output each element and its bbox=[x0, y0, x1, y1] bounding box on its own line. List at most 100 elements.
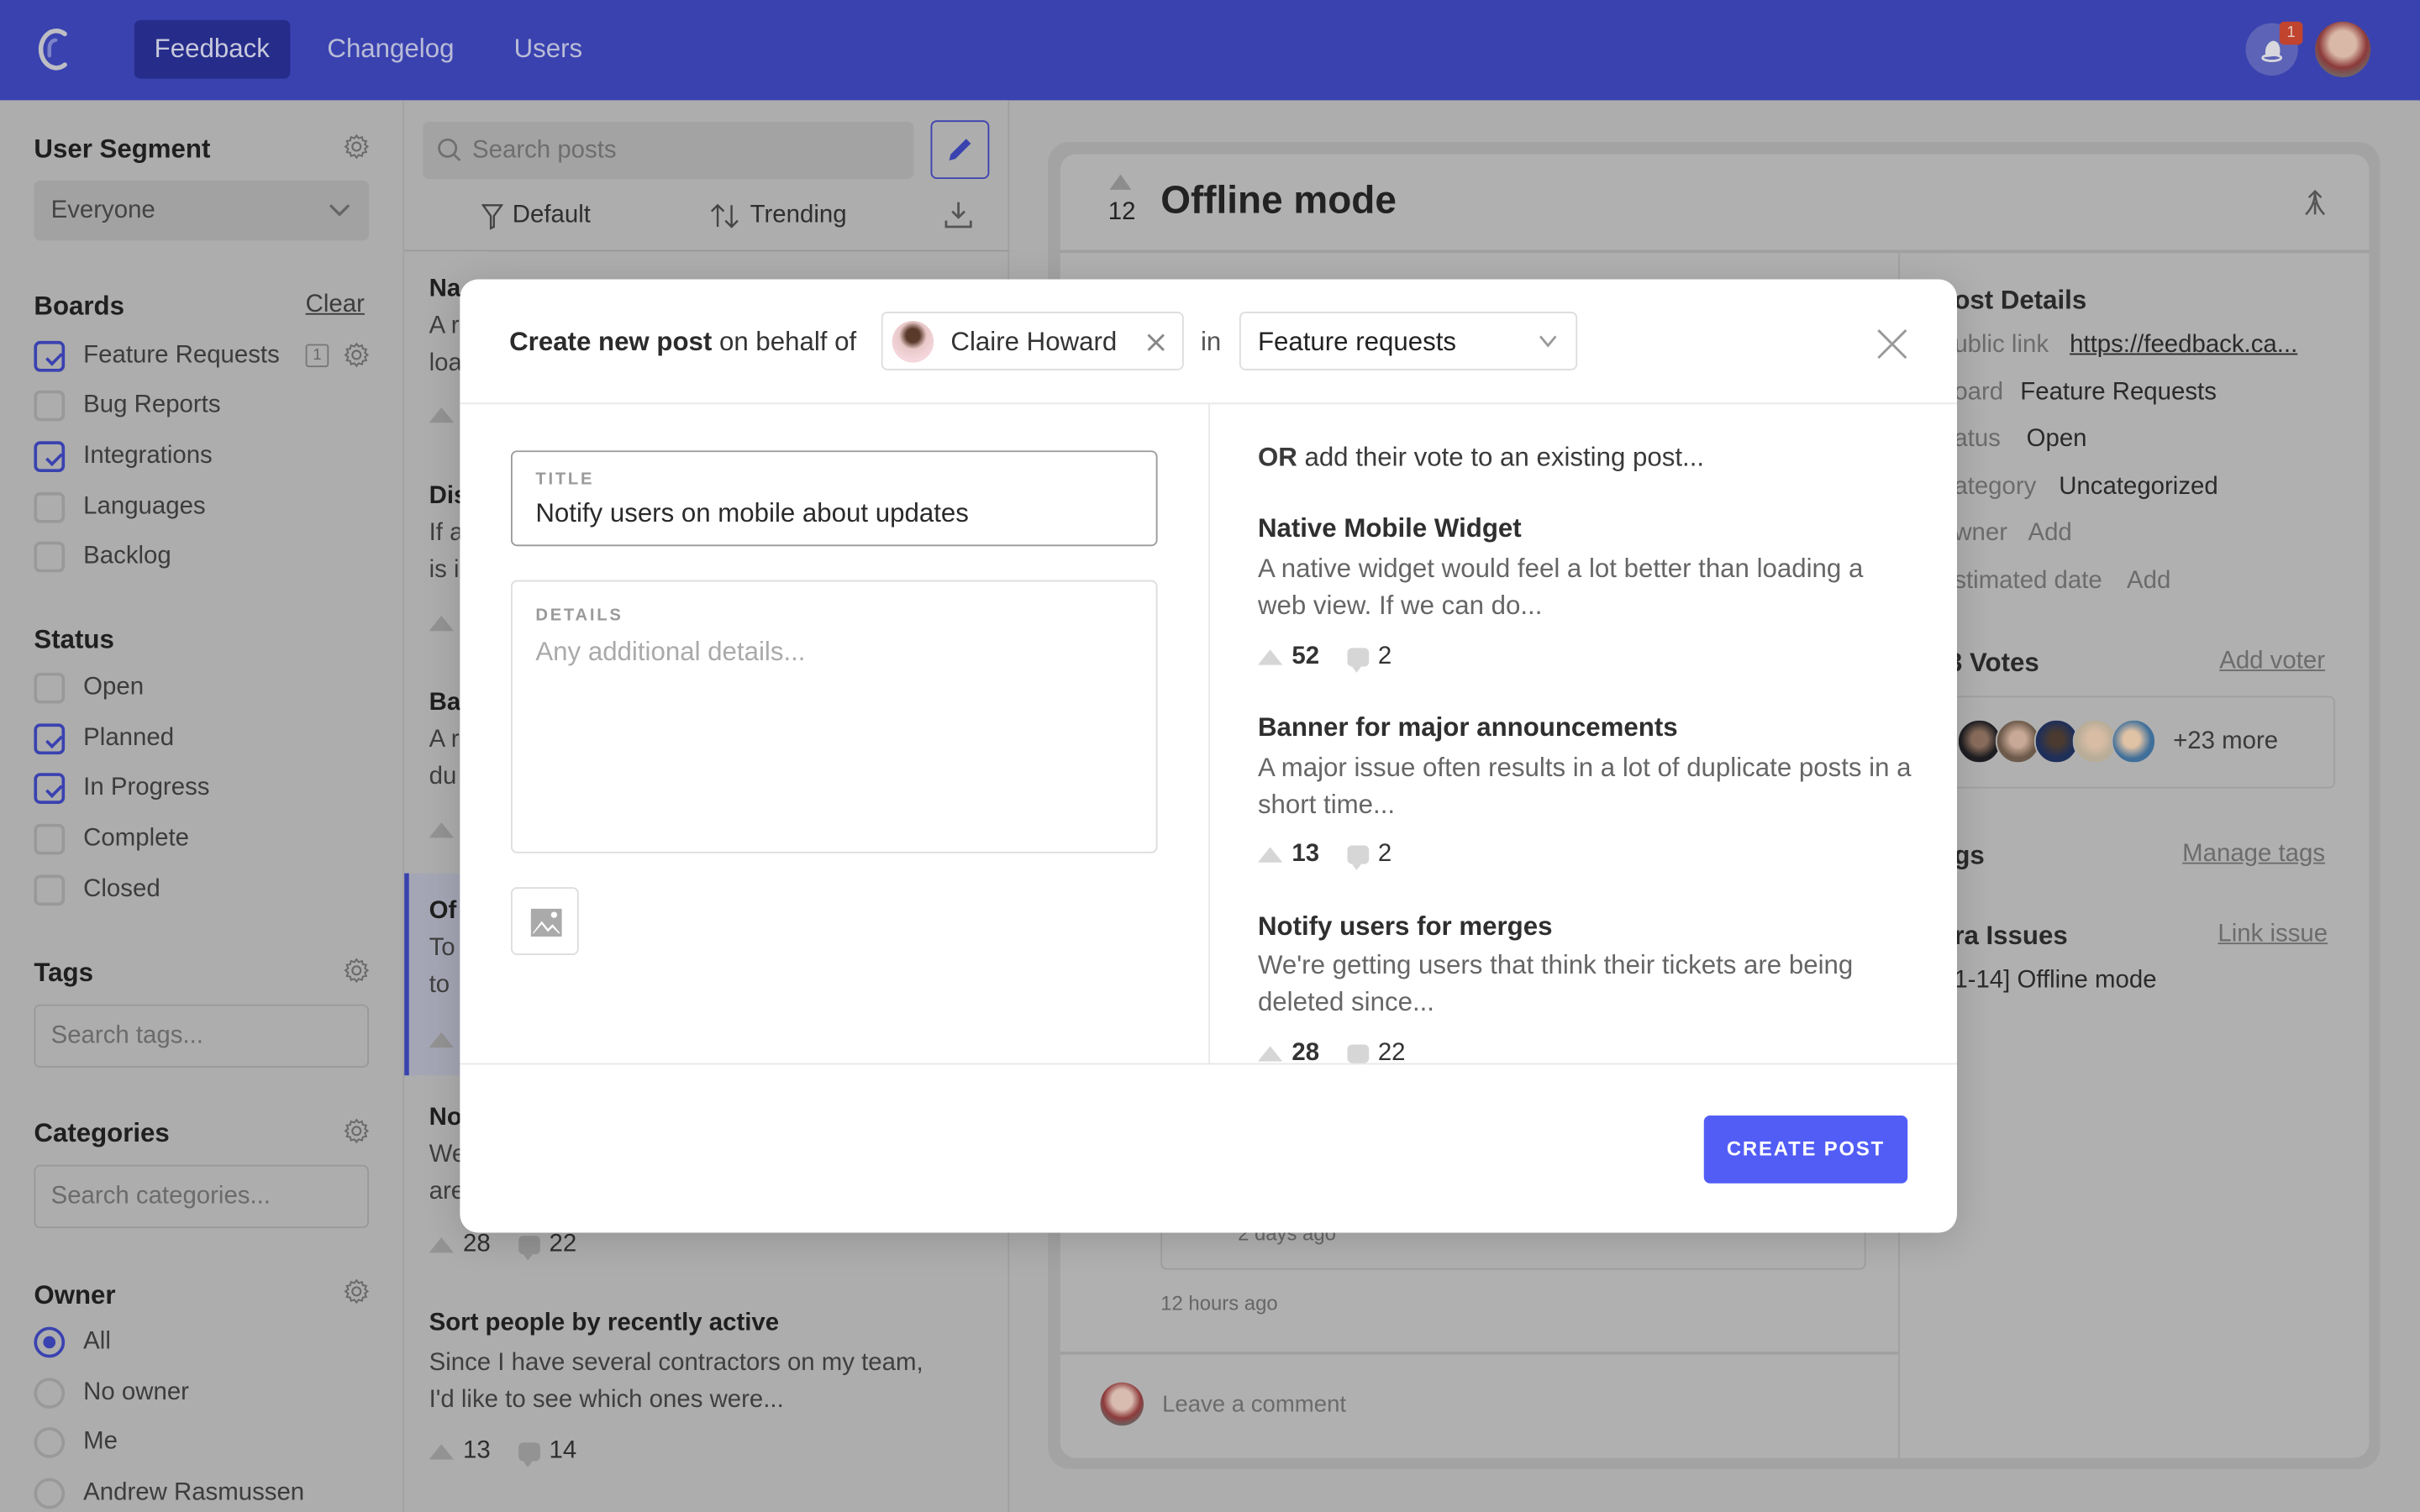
board-backlog[interactable]: Backlog bbox=[34, 538, 171, 575]
upvote-icon[interactable] bbox=[1257, 847, 1283, 863]
clear-boards-link[interactable]: Clear bbox=[306, 291, 365, 319]
checkbox[interactable] bbox=[34, 340, 66, 372]
author-selector[interactable]: Claire Howard bbox=[881, 312, 1184, 370]
suggestion-title[interactable]: Native Mobile Widget bbox=[1258, 514, 1522, 545]
post-meta bbox=[429, 407, 463, 423]
checkbox[interactable] bbox=[34, 773, 66, 804]
owner-none[interactable]: No owner bbox=[34, 1375, 189, 1412]
upvote-button[interactable] bbox=[1109, 174, 1132, 190]
modal-heading: Create new post on behalf of bbox=[509, 327, 857, 357]
details-field[interactable]: DETAILS Any additional details... bbox=[510, 580, 1158, 853]
gear-icon[interactable] bbox=[343, 1117, 371, 1145]
checkbox[interactable] bbox=[34, 491, 66, 523]
remove-author-icon[interactable] bbox=[1145, 332, 1167, 354]
attach-image-button[interactable] bbox=[510, 887, 579, 955]
board-bug-reports[interactable]: Bug Reports bbox=[34, 387, 221, 424]
radio[interactable] bbox=[34, 1426, 66, 1458]
details-input[interactable]: Any additional details... bbox=[535, 638, 805, 669]
nav-feedback[interactable]: Feedback bbox=[134, 19, 290, 79]
sort-dropdown[interactable]: Trending bbox=[710, 196, 847, 236]
boards-title: Boards bbox=[34, 291, 125, 322]
nav-changelog[interactable]: Changelog bbox=[308, 20, 475, 79]
status-open[interactable]: Open bbox=[34, 669, 144, 706]
image-icon bbox=[530, 908, 562, 937]
board-integrations[interactable]: Integrations bbox=[34, 438, 213, 475]
board-feature-requests[interactable]: Feature Requests bbox=[34, 338, 280, 375]
add-voter-link[interactable]: Add voter bbox=[2219, 648, 2325, 675]
post-meta: 13 14 bbox=[429, 1438, 576, 1467]
gear-icon[interactable] bbox=[343, 341, 371, 369]
link-issue-link[interactable]: Link issue bbox=[2217, 921, 2328, 949]
jira-issue-item[interactable]: 1-14] Offline mode bbox=[1954, 968, 2156, 995]
voter-avatar[interactable] bbox=[2111, 718, 2156, 764]
board-value[interactable]: Feature Requests bbox=[2020, 380, 2217, 407]
status-in-progress[interactable]: In Progress bbox=[34, 770, 209, 807]
checkbox[interactable] bbox=[34, 672, 66, 704]
board-languages[interactable]: Languages bbox=[34, 489, 206, 526]
title-field[interactable]: TITLE Notify users on mobile about updat… bbox=[510, 450, 1158, 547]
post-details-title: ost Details bbox=[1954, 285, 2087, 315]
title-label: TITLE bbox=[535, 470, 595, 490]
gear-icon[interactable] bbox=[343, 1278, 371, 1305]
search-posts-input[interactable]: Search posts bbox=[423, 122, 914, 180]
search-tags-input[interactable]: Search tags... bbox=[34, 1004, 369, 1068]
tags-title: gs bbox=[1954, 841, 1985, 870]
status-label: Open bbox=[83, 674, 145, 701]
divider bbox=[1060, 1351, 1899, 1355]
owner-add[interactable]: Add bbox=[2028, 520, 2071, 548]
user-segment-value: Everyone bbox=[50, 197, 155, 224]
checkbox[interactable] bbox=[34, 441, 66, 473]
checkbox[interactable] bbox=[34, 723, 66, 755]
owner-me[interactable]: Me bbox=[34, 1424, 118, 1461]
manage-tags-link[interactable]: Manage tags bbox=[2182, 841, 2325, 869]
owner-andrew[interactable]: Andrew Rasmussen bbox=[34, 1475, 304, 1512]
create-post-button[interactable]: CREATE POST bbox=[1703, 1115, 1908, 1184]
gear-icon[interactable] bbox=[343, 957, 371, 984]
checkbox[interactable] bbox=[34, 874, 66, 906]
logo-icon[interactable] bbox=[31, 22, 71, 77]
board-select[interactable]: Feature requests bbox=[1239, 312, 1578, 370]
author-name: Claire Howard bbox=[950, 327, 1118, 357]
suggestion-title[interactable]: Notify users for merges bbox=[1258, 912, 1553, 943]
post-meta: 28 22 bbox=[429, 1231, 576, 1261]
public-link-label: ublic link bbox=[1954, 331, 2049, 359]
board-label: Bug Reports bbox=[83, 391, 221, 418]
comment-input[interactable]: Leave a comment bbox=[1162, 1392, 1346, 1418]
more-voters[interactable]: +23 more bbox=[2173, 728, 2278, 756]
estimated-date-add[interactable]: Add bbox=[2127, 568, 2170, 596]
owner-label: All bbox=[83, 1328, 111, 1355]
user-avatar[interactable] bbox=[2315, 21, 2371, 77]
status-planned[interactable]: Planned bbox=[34, 721, 174, 758]
sort-icon bbox=[710, 203, 739, 228]
title-input[interactable]: Notify users on mobile about updates bbox=[535, 498, 969, 529]
user-segment-select[interactable]: Everyone bbox=[34, 180, 369, 241]
public-link[interactable]: https://feedback.ca... bbox=[2070, 332, 2297, 360]
suggestion-desc: A major issue often results in a lot of … bbox=[1257, 753, 1912, 820]
post-item[interactable]: Sort people by recently active Since I h… bbox=[404, 1289, 1009, 1512]
checkbox[interactable] bbox=[34, 541, 66, 573]
new-post-button[interactable] bbox=[930, 120, 990, 180]
suggestion-title[interactable]: Banner for major announcements bbox=[1258, 713, 1678, 744]
upvote-icon[interactable] bbox=[1257, 649, 1283, 665]
owner-all[interactable]: All bbox=[34, 1324, 111, 1361]
upvote-icon[interactable] bbox=[1257, 1046, 1283, 1062]
comment-icon bbox=[1347, 648, 1369, 673]
board-label: Languages bbox=[83, 493, 206, 520]
category-value[interactable]: Uncategorized bbox=[2059, 474, 2218, 501]
post-title: Ba bbox=[429, 690, 461, 717]
checkbox[interactable] bbox=[34, 390, 66, 422]
status-value[interactable]: Open bbox=[2027, 426, 2087, 454]
checkbox[interactable] bbox=[34, 823, 66, 855]
radio[interactable] bbox=[34, 1378, 66, 1409]
status-closed[interactable]: Closed bbox=[34, 872, 160, 909]
close-icon[interactable] bbox=[1876, 327, 1909, 360]
search-categories-input[interactable]: Search categories... bbox=[34, 1164, 369, 1229]
radio[interactable] bbox=[34, 1478, 66, 1509]
merge-icon[interactable] bbox=[2302, 186, 2329, 218]
download-icon[interactable] bbox=[943, 199, 974, 230]
nav-users[interactable]: Users bbox=[494, 20, 602, 79]
status-complete[interactable]: Complete bbox=[34, 821, 189, 858]
gear-icon[interactable] bbox=[343, 133, 371, 160]
filter-dropdown[interactable]: Default bbox=[481, 196, 591, 236]
radio[interactable] bbox=[34, 1326, 66, 1358]
